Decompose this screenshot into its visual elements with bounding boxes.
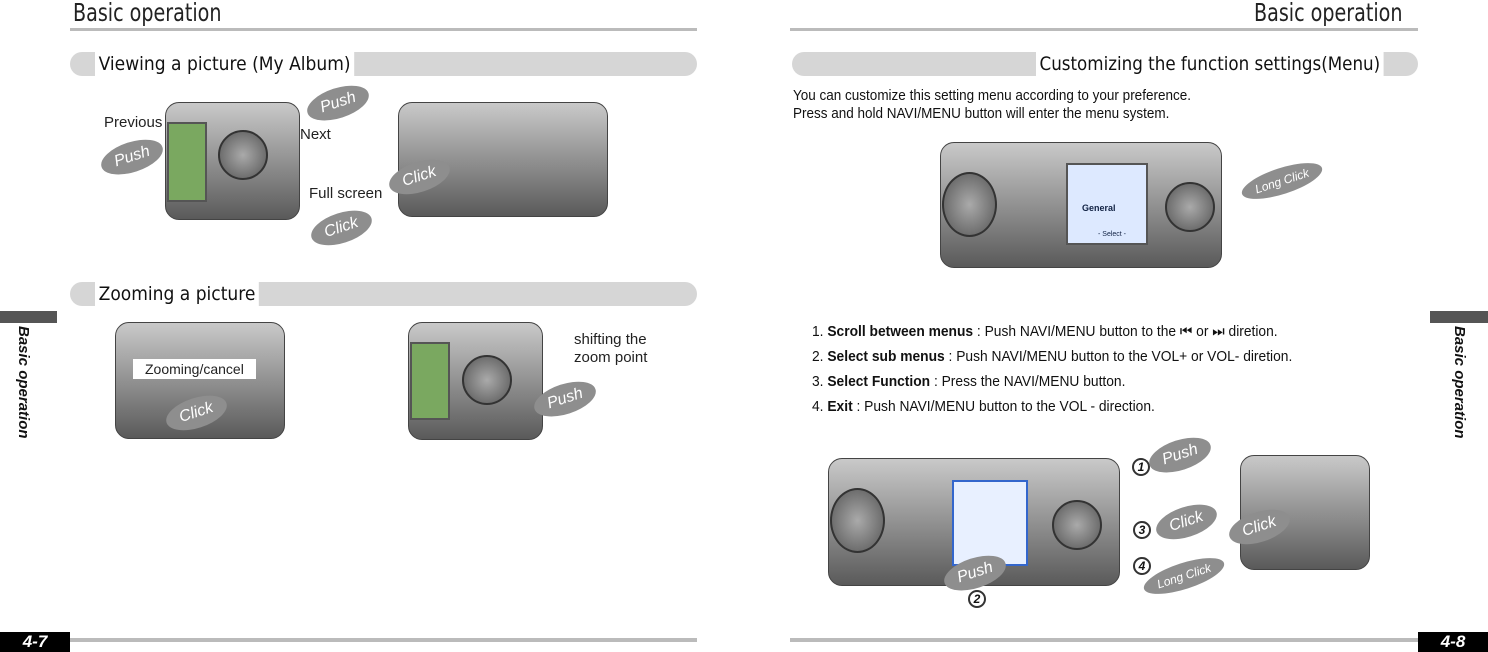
step-item: 2. Select sub menus : Push NAVI/MENU but… bbox=[812, 348, 1293, 365]
section-title: Customizing the function settings(Menu) bbox=[1036, 52, 1384, 76]
device-screen bbox=[952, 480, 1028, 566]
volume-dial bbox=[830, 488, 885, 553]
push-burst: Push bbox=[1144, 430, 1216, 480]
section-bar-menu: Customizing the function settings(Menu) bbox=[792, 52, 1418, 76]
side-tab bbox=[0, 311, 57, 323]
device-screen bbox=[410, 342, 450, 420]
click-burst: Click bbox=[306, 204, 376, 252]
volume-dial bbox=[942, 172, 997, 237]
navi-wheel bbox=[462, 355, 512, 405]
section-bar-zooming: Zooming a picture bbox=[70, 282, 697, 306]
screen-general: General bbox=[1082, 203, 1116, 213]
header-rule bbox=[790, 28, 1418, 31]
section-title: Zooming a picture bbox=[95, 282, 260, 306]
callout-1: 1 bbox=[1132, 458, 1150, 476]
footer-rule bbox=[790, 638, 1418, 642]
side-tab bbox=[1430, 311, 1488, 323]
device-screen bbox=[167, 122, 207, 202]
navi-wheel bbox=[1052, 500, 1102, 550]
side-tab-label: Basic operation bbox=[15, 326, 32, 439]
page-number: 4-8 bbox=[1418, 632, 1488, 652]
section-bar-viewing: Viewing a picture (My Album) bbox=[70, 52, 697, 76]
label-next: Next bbox=[300, 126, 331, 143]
long-click-burst: Long Click bbox=[1140, 550, 1228, 602]
label-shifting-zoom-point: shifting the zoom point bbox=[574, 331, 648, 366]
side-tab-label: Basic operation bbox=[1451, 326, 1468, 439]
intro-line: Press and hold NAVI/MENU button will ent… bbox=[793, 105, 1170, 122]
click-burst: Click bbox=[1151, 498, 1221, 546]
navi-wheel bbox=[1165, 182, 1215, 232]
navi-wheel bbox=[218, 130, 268, 180]
screen-select: - Select - bbox=[1098, 231, 1127, 238]
page-number: 4-7 bbox=[0, 632, 70, 652]
label-previous: Previous bbox=[104, 114, 163, 131]
callout-3: 3 bbox=[1133, 521, 1151, 539]
callout-2: 2 bbox=[968, 590, 986, 608]
intro-text: You can customize this setting menu acco… bbox=[793, 87, 1191, 123]
header-rule bbox=[70, 28, 697, 31]
step-item: 4. Exit : Push NAVI/MENU button to the V… bbox=[812, 398, 1155, 415]
push-burst: Push bbox=[96, 132, 168, 182]
long-click-burst: Long Click bbox=[1238, 155, 1326, 207]
steps-list: 1. Scroll between menus : Push NAVI/MENU… bbox=[812, 323, 1292, 423]
step-item: 1. Scroll between menus : Push NAVI/MENU… bbox=[812, 323, 1278, 340]
label-zooming-cancel: Zooming/cancel bbox=[133, 359, 256, 379]
label-full-screen: Full screen bbox=[309, 185, 383, 202]
section-title: Viewing a picture (My Album) bbox=[95, 52, 355, 76]
page-header: Basic operation bbox=[1254, 0, 1403, 27]
step-item: 3. Select Function : Press the NAVI/MENU… bbox=[812, 373, 1126, 390]
push-burst: Push bbox=[302, 78, 374, 128]
footer-rule bbox=[70, 638, 697, 642]
callout-4: 4 bbox=[1133, 557, 1151, 575]
page-header: Basic operation bbox=[73, 0, 222, 27]
intro-line: You can customize this setting menu acco… bbox=[793, 87, 1191, 104]
device-screen: General - Select - bbox=[1066, 163, 1148, 245]
